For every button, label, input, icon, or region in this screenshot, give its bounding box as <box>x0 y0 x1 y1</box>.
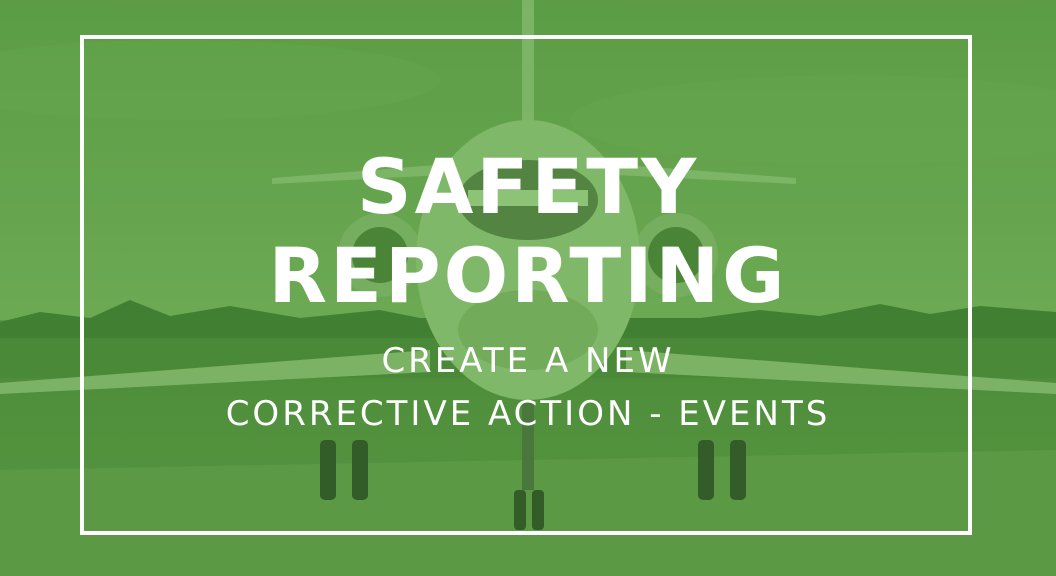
subtitle-line-1: CREATE A NEW <box>381 341 675 381</box>
title-line-2: REPORTING <box>268 231 788 320</box>
title-line-1: SAFETY <box>356 142 700 231</box>
safety-reporting-banner: SAFETY REPORTING CREATE A NEW CORRECTIVE… <box>0 0 1056 576</box>
subtitle-line-2: CORRECTIVE ACTION - EVENTS <box>225 394 831 434</box>
